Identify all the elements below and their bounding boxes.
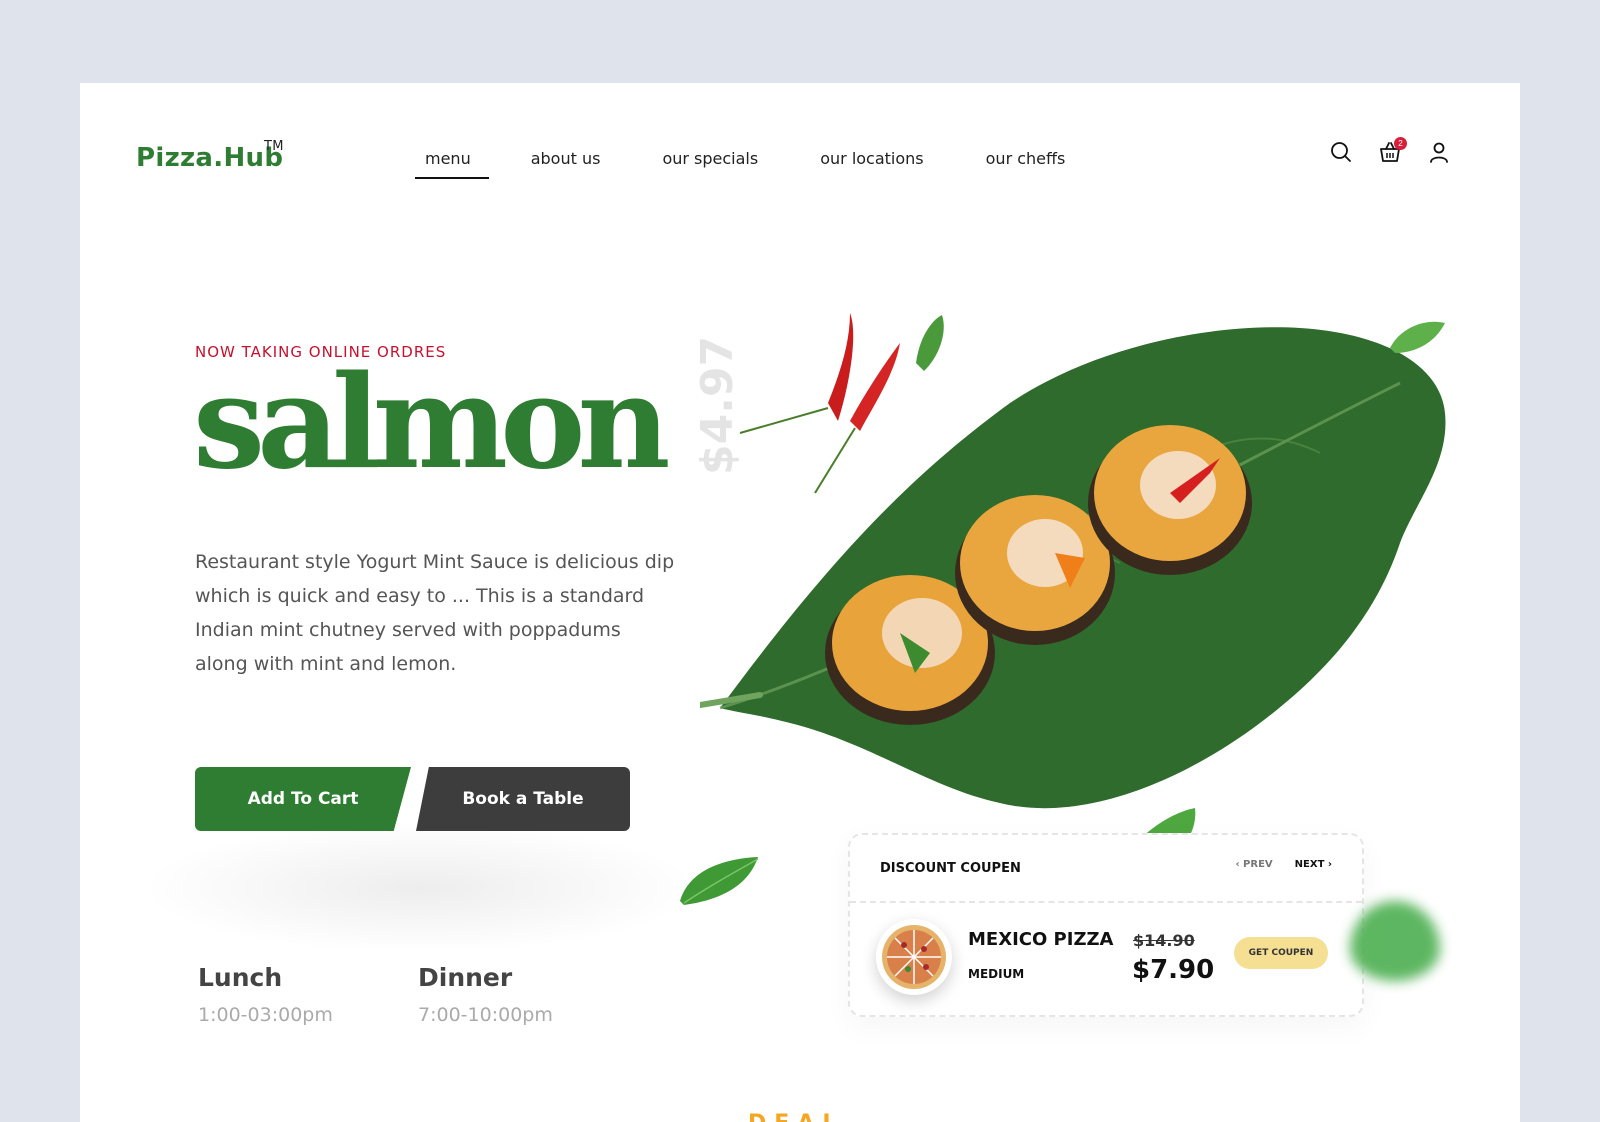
- page-card: Pizza.Hub TM menu about us our specials …: [80, 83, 1520, 1122]
- search-icon[interactable]: [1330, 141, 1352, 165]
- coupon-pager: ‹ PREV NEXT ›: [1235, 859, 1332, 870]
- coupon-next-button[interactable]: NEXT ›: [1295, 859, 1332, 870]
- section-heading-peek: DEAL: [748, 1111, 844, 1122]
- coupon-item-size: MEDIUM: [968, 967, 1025, 981]
- coupon-prev-button[interactable]: ‹ PREV: [1235, 859, 1272, 870]
- dinner-hours: Dinner 7:00-10:00pm: [418, 963, 553, 1026]
- small-leaf: [916, 315, 944, 371]
- mint-leaf: [680, 857, 759, 905]
- prev-label: PREV: [1243, 859, 1273, 870]
- book-table-button[interactable]: Book a Table: [416, 767, 630, 831]
- hero-title: salmon: [193, 348, 670, 498]
- blurred-leaf: [1350, 901, 1440, 981]
- nav-item-our-cheffs[interactable]: our cheffs: [976, 147, 1076, 168]
- basket-icon[interactable]: 2: [1379, 137, 1407, 165]
- coupon-old-price: $14.90: [1133, 931, 1195, 950]
- nav-item-about-us[interactable]: about us: [521, 147, 611, 168]
- coupon-new-price: $7.90: [1132, 955, 1215, 985]
- pizza-thumbnail: [876, 919, 952, 995]
- nav-item-menu[interactable]: menu: [415, 147, 489, 179]
- brand-logo[interactable]: Pizza.Hub TM: [136, 139, 284, 173]
- hero-description: Restaurant style Yogurt Mint Sauce is de…: [195, 551, 675, 675]
- coupon-divider: [850, 901, 1362, 903]
- brand-name: Pizza.Hub: [136, 143, 284, 173]
- trademark: TM: [264, 139, 284, 154]
- header-icons: 2: [1330, 137, 1450, 165]
- coupon-item-name: MEXICO PIZZA: [968, 929, 1114, 950]
- get-coupon-button[interactable]: GET COUPEN: [1234, 937, 1328, 969]
- discount-coupon-card: DISCOUNT COUPEN ‹ PREV NEXT › MEXICO PIZ…: [848, 833, 1364, 1017]
- cart-count-badge: 2: [1394, 137, 1407, 150]
- dinner-time: 7:00-10:00pm: [418, 1004, 553, 1026]
- lunch-title: Lunch: [198, 963, 283, 992]
- next-label: NEXT: [1294, 859, 1325, 870]
- small-leaf: [1390, 321, 1445, 353]
- coupon-heading: DISCOUNT COUPEN: [880, 861, 1021, 876]
- nav-item-our-specials[interactable]: our specials: [652, 147, 768, 168]
- lunch-time: 1:00-03:00pm: [198, 1004, 333, 1026]
- nav-item-our-locations[interactable]: our locations: [810, 147, 933, 168]
- lunch-hours: Lunch 1:00-03:00pm: [198, 963, 333, 1026]
- dinner-title: Dinner: [418, 963, 513, 992]
- red-chillies: [739, 313, 900, 494]
- main-nav: menu about us our specials our locations…: [415, 147, 1117, 179]
- button-shadow: [140, 823, 700, 953]
- add-to-cart-button[interactable]: Add To Cart: [195, 767, 411, 831]
- user-icon[interactable]: [1428, 141, 1450, 165]
- hero-food-image: [700, 313, 1446, 878]
